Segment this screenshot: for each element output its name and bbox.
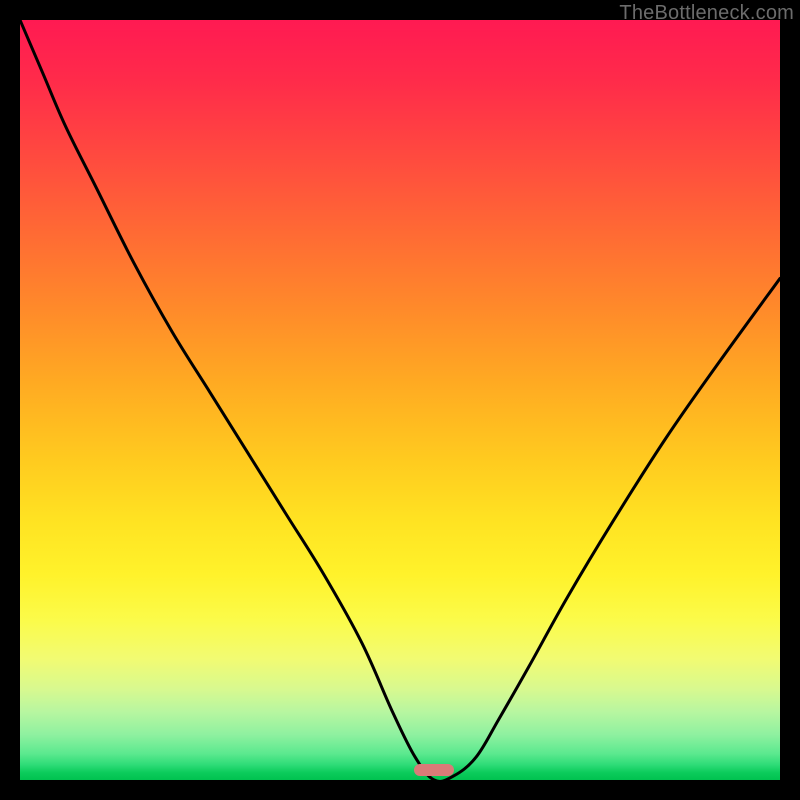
bottleneck-curve (20, 20, 780, 780)
optimal-marker (414, 764, 454, 776)
chart-frame: TheBottleneck.com (0, 0, 800, 800)
watermark-text: TheBottleneck.com (619, 2, 794, 25)
plot-area (20, 20, 780, 780)
curve-path (20, 20, 780, 780)
